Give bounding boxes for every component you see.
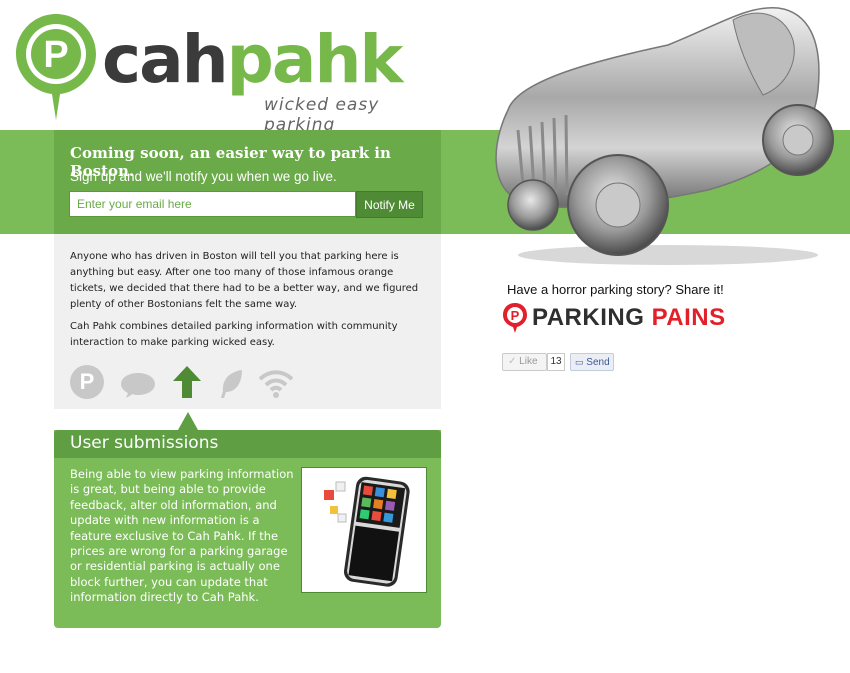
parking-pains-logo[interactable]: P PARKING PAINS: [502, 302, 742, 336]
email-input[interactable]: [69, 191, 356, 217]
signup-panel: Coming soon, an easier way to park in Bo…: [54, 130, 441, 234]
hero-race-car-image: [478, 0, 850, 275]
leaf-icon[interactable]: [220, 369, 244, 403]
send-message-icon: ▭: [575, 357, 584, 367]
logo-pahk: pahk: [226, 21, 404, 98]
facebook-like-button[interactable]: ✓ Like: [502, 353, 547, 371]
smartphone-illustration-icon: [324, 476, 410, 587]
about-panel: Anyone who has driven in Boston will tel…: [54, 234, 441, 409]
parking-pains-mark-text: P: [511, 308, 520, 323]
parking-pains-word-2: PAINS: [651, 304, 726, 331]
arrow-up-icon[interactable]: [172, 365, 202, 403]
user-submissions-title: User submissions: [70, 433, 219, 453]
facebook-like-count: 13: [547, 353, 565, 371]
facebook-like-label: Like: [519, 356, 538, 367]
facebook-send-button[interactable]: ▭ Send: [570, 353, 614, 371]
thumbs-up-icon: ✓: [508, 356, 517, 367]
user-submissions-panel: User submissions Being able to view park…: [54, 430, 441, 628]
parking-pains-pin-icon: P: [503, 303, 527, 333]
wifi-signal-icon[interactable]: [258, 367, 294, 403]
logo-tagline: wicked easy parking: [264, 95, 380, 135]
signup-subtitle: Sign up and we'll notify you when we go …: [70, 169, 337, 184]
horror-story-prompt: Have a horror parking story? Share it!: [507, 282, 724, 297]
logo-mark-text: P: [43, 34, 68, 76]
user-submissions-header: User submissions: [54, 430, 441, 458]
feature-icon-row: [70, 365, 310, 403]
parking-pains-wordmark: PARKING PAINS: [532, 304, 726, 332]
cahpahk-logo[interactable]: P cahpahk wicked easy parking: [14, 10, 454, 135]
logo-wordmark: cahpahk: [102, 20, 404, 100]
parking-icon[interactable]: [70, 365, 104, 399]
facebook-send-label: Send: [586, 357, 610, 368]
logo-cah: cah: [102, 21, 229, 98]
parking-pains-word-1: PARKING: [532, 304, 645, 331]
smartphone-image: [301, 467, 427, 593]
chat-bubble-icon[interactable]: [120, 371, 156, 403]
parking-pin-logo-icon: P: [16, 14, 96, 120]
notify-me-button[interactable]: Notify Me: [356, 191, 423, 218]
about-paragraph-1: Anyone who has driven in Boston will tel…: [70, 251, 419, 310]
about-paragraph-2: Cah Pahk combines detailed parking infor…: [70, 321, 398, 348]
feature-pointer-arrow: [178, 412, 198, 430]
toy-race-car-icon: [495, 6, 834, 265]
user-submissions-text: Being able to view parking information i…: [70, 467, 294, 605]
